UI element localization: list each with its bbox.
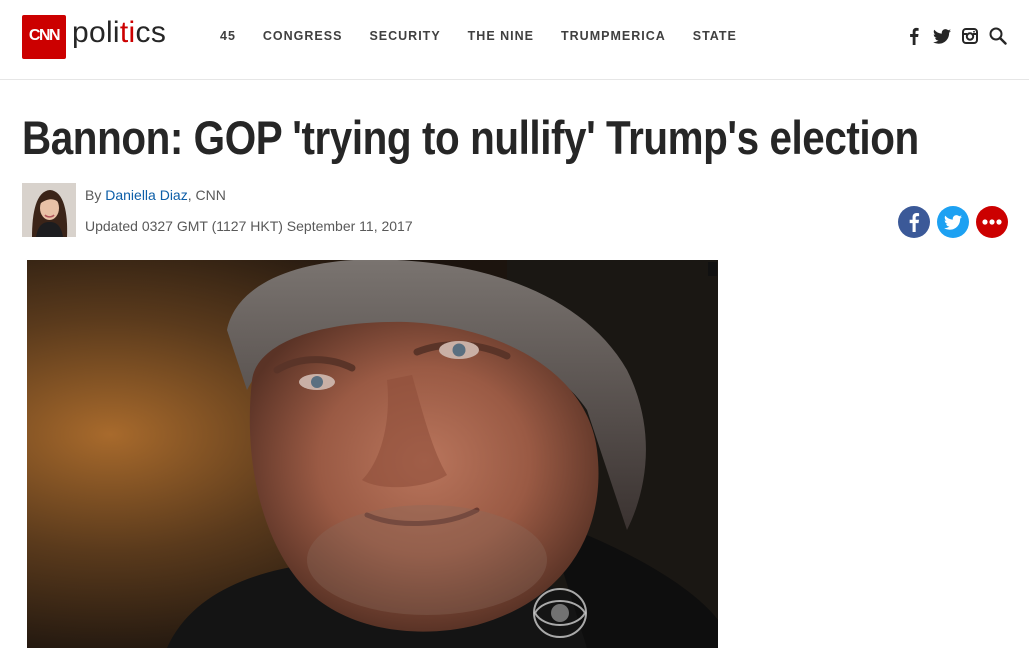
nav-item-trumpmerica[interactable]: TRUMPMERICA	[561, 29, 666, 43]
facebook-share-button[interactable]	[898, 206, 930, 238]
search-icon[interactable]	[989, 26, 1007, 46]
byline-suffix: , CNN	[187, 187, 226, 203]
facebook-icon	[909, 213, 920, 232]
video-still	[27, 260, 718, 648]
nav-item-congress[interactable]: CONGRESS	[263, 29, 343, 43]
share-bar	[898, 206, 1008, 238]
twitter-share-button[interactable]	[937, 206, 969, 238]
twitter-icon	[944, 214, 962, 230]
network-bug-icon	[708, 262, 717, 276]
section-logo[interactable]: politics	[72, 16, 166, 50]
facebook-icon[interactable]	[905, 26, 923, 46]
cnn-logo-text: CNN	[28, 27, 61, 44]
more-dots-icon	[982, 219, 1002, 225]
more-share-button[interactable]	[976, 206, 1008, 238]
nav-item-the-nine[interactable]: THE NINE	[468, 29, 534, 43]
byline-prefix: By	[85, 187, 106, 203]
cnn-logo[interactable]: CNN	[22, 15, 66, 59]
header-social-icons	[905, 26, 1007, 46]
nav-item-45[interactable]: 45	[220, 29, 236, 43]
instagram-icon[interactable]	[961, 26, 979, 46]
author-link[interactable]: Daniella Diaz	[105, 187, 187, 203]
article-headline: Bannon: GOP 'trying to nullify' Trump's …	[22, 111, 919, 164]
nav-item-state[interactable]: STATE	[693, 29, 737, 43]
site-header: CNN politics 45 CONGRESS SECURITY THE NI…	[0, 0, 1029, 80]
section-logo-part: cs	[135, 16, 167, 49]
twitter-icon[interactable]	[933, 26, 951, 46]
nav-item-security[interactable]: SECURITY	[369, 29, 440, 43]
section-nav: 45 CONGRESS SECURITY THE NINE TRUMPMERIC…	[220, 29, 764, 43]
updated-timestamp: Updated 0327 GMT (1127 HKT) September 11…	[85, 218, 413, 234]
author-avatar[interactable]	[22, 183, 76, 237]
byline: By Daniella Diaz, CNN	[85, 187, 226, 203]
section-logo-part: poli	[72, 16, 120, 49]
section-logo-part: ti	[119, 16, 136, 49]
cbs-eye-logo	[532, 587, 588, 644]
article-video[interactable]	[27, 260, 718, 648]
